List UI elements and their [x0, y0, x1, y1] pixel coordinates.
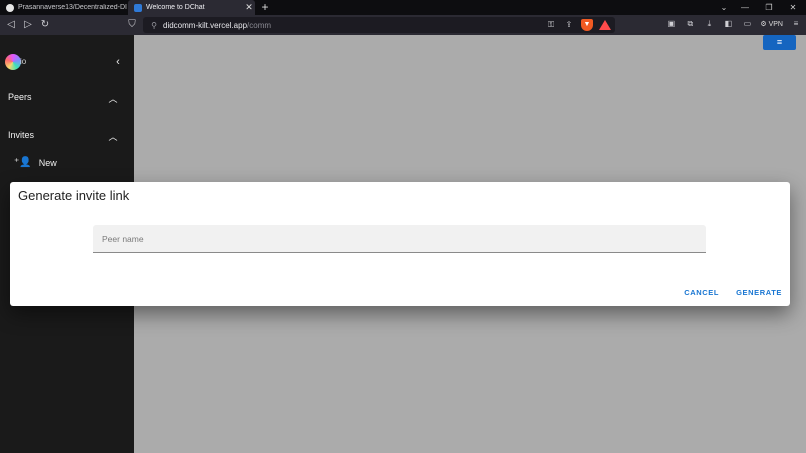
picture-in-picture-icon[interactable]: ▣ — [665, 18, 677, 30]
peer-name-input[interactable] — [93, 225, 706, 252]
site-info-icon[interactable]: ⚲ — [147, 21, 161, 30]
sidebar-section-peers[interactable]: Peers — [8, 92, 32, 102]
url-path: /comm — [247, 20, 272, 30]
logo-text: io — [20, 57, 27, 66]
generate-invite-dialog: Generate invite link CANCEL GENERATE — [10, 182, 790, 306]
app-favicon-icon — [134, 3, 142, 12]
person-add-icon: ⁺👤 — [14, 157, 32, 168]
dialog-title: Generate invite link — [18, 188, 130, 203]
key-icon[interactable]: ⚿ — [545, 19, 557, 31]
chevron-up-icon[interactable]: ︿ — [107, 130, 119, 143]
github-icon — [6, 3, 14, 12]
bookmark-icon[interactable]: ⛉ — [125, 18, 139, 32]
menu-icon[interactable]: ≡ — [790, 18, 802, 30]
download-icon[interactable]: ⤓ — [703, 18, 715, 30]
collapse-sidebar-icon[interactable]: ‹ — [112, 55, 124, 69]
extensions-icon[interactable]: ⧉ — [684, 18, 696, 30]
url-text[interactable]: didcomm-kilt.vercel.app/comm — [163, 21, 271, 30]
browser-tab-strip: Prasannaverse13/Decentralized-DIDC Welco… — [0, 0, 806, 15]
cancel-button[interactable]: CANCEL — [684, 288, 719, 297]
reload-icon[interactable]: ↻ — [38, 18, 52, 32]
back-icon[interactable]: ◁ — [4, 18, 18, 32]
new-tab-button[interactable]: + — [259, 0, 271, 15]
forward-icon[interactable]: ▷ — [21, 18, 35, 32]
brave-rewards-icon[interactable] — [599, 20, 611, 30]
vpn-button[interactable]: ⚙ VPN — [760, 20, 783, 28]
chevron-up-icon[interactable]: ︿ — [107, 92, 119, 105]
close-tab-icon[interactable]: ✕ — [243, 2, 255, 13]
sidebar-toggle-icon[interactable]: ◧ — [722, 18, 734, 30]
share-icon[interactable]: ⇪ — [563, 19, 575, 31]
vpn-label: VPN — [768, 21, 783, 28]
sidebar-item-new-invite[interactable]: ⁺👤 New — [14, 157, 57, 168]
peer-name-field[interactable] — [93, 225, 706, 253]
wallet-icon[interactable]: ▭ — [741, 18, 753, 30]
restore-icon[interactable]: ❐ — [757, 0, 781, 15]
tab-title: Welcome to DChat — [146, 4, 205, 11]
tab-title: Prasannaverse13/Decentralized-DIDC — [18, 4, 127, 11]
tab-dchat[interactable]: Welcome to DChat ✕ — [128, 0, 255, 15]
sidebar-item-label: New — [38, 157, 57, 168]
minimize-icon[interactable]: — — [733, 0, 757, 15]
close-window-icon[interactable]: ✕ — [781, 0, 805, 15]
hamburger-menu-button[interactable]: ≡ — [763, 35, 796, 50]
url-host: didcomm-kilt.vercel.app — [163, 20, 248, 30]
sidebar-section-invites[interactable]: Invites — [8, 130, 34, 140]
toolbar-right-actions: ▣ ⧉ ⤓ ◧ ▭ ⚙ VPN ≡ — [665, 18, 802, 30]
dialog-actions: CANCEL GENERATE — [684, 288, 782, 297]
generate-button[interactable]: GENERATE — [736, 288, 782, 297]
brave-shields-icon[interactable]: ▼ — [581, 19, 593, 31]
tab-github[interactable]: Prasannaverse13/Decentralized-DIDC — [0, 0, 127, 15]
logo-icon — [5, 54, 21, 70]
address-bar[interactable]: ⚲ didcomm-kilt.vercel.app/comm ⚿ ⇪ ▼ — [143, 17, 615, 33]
